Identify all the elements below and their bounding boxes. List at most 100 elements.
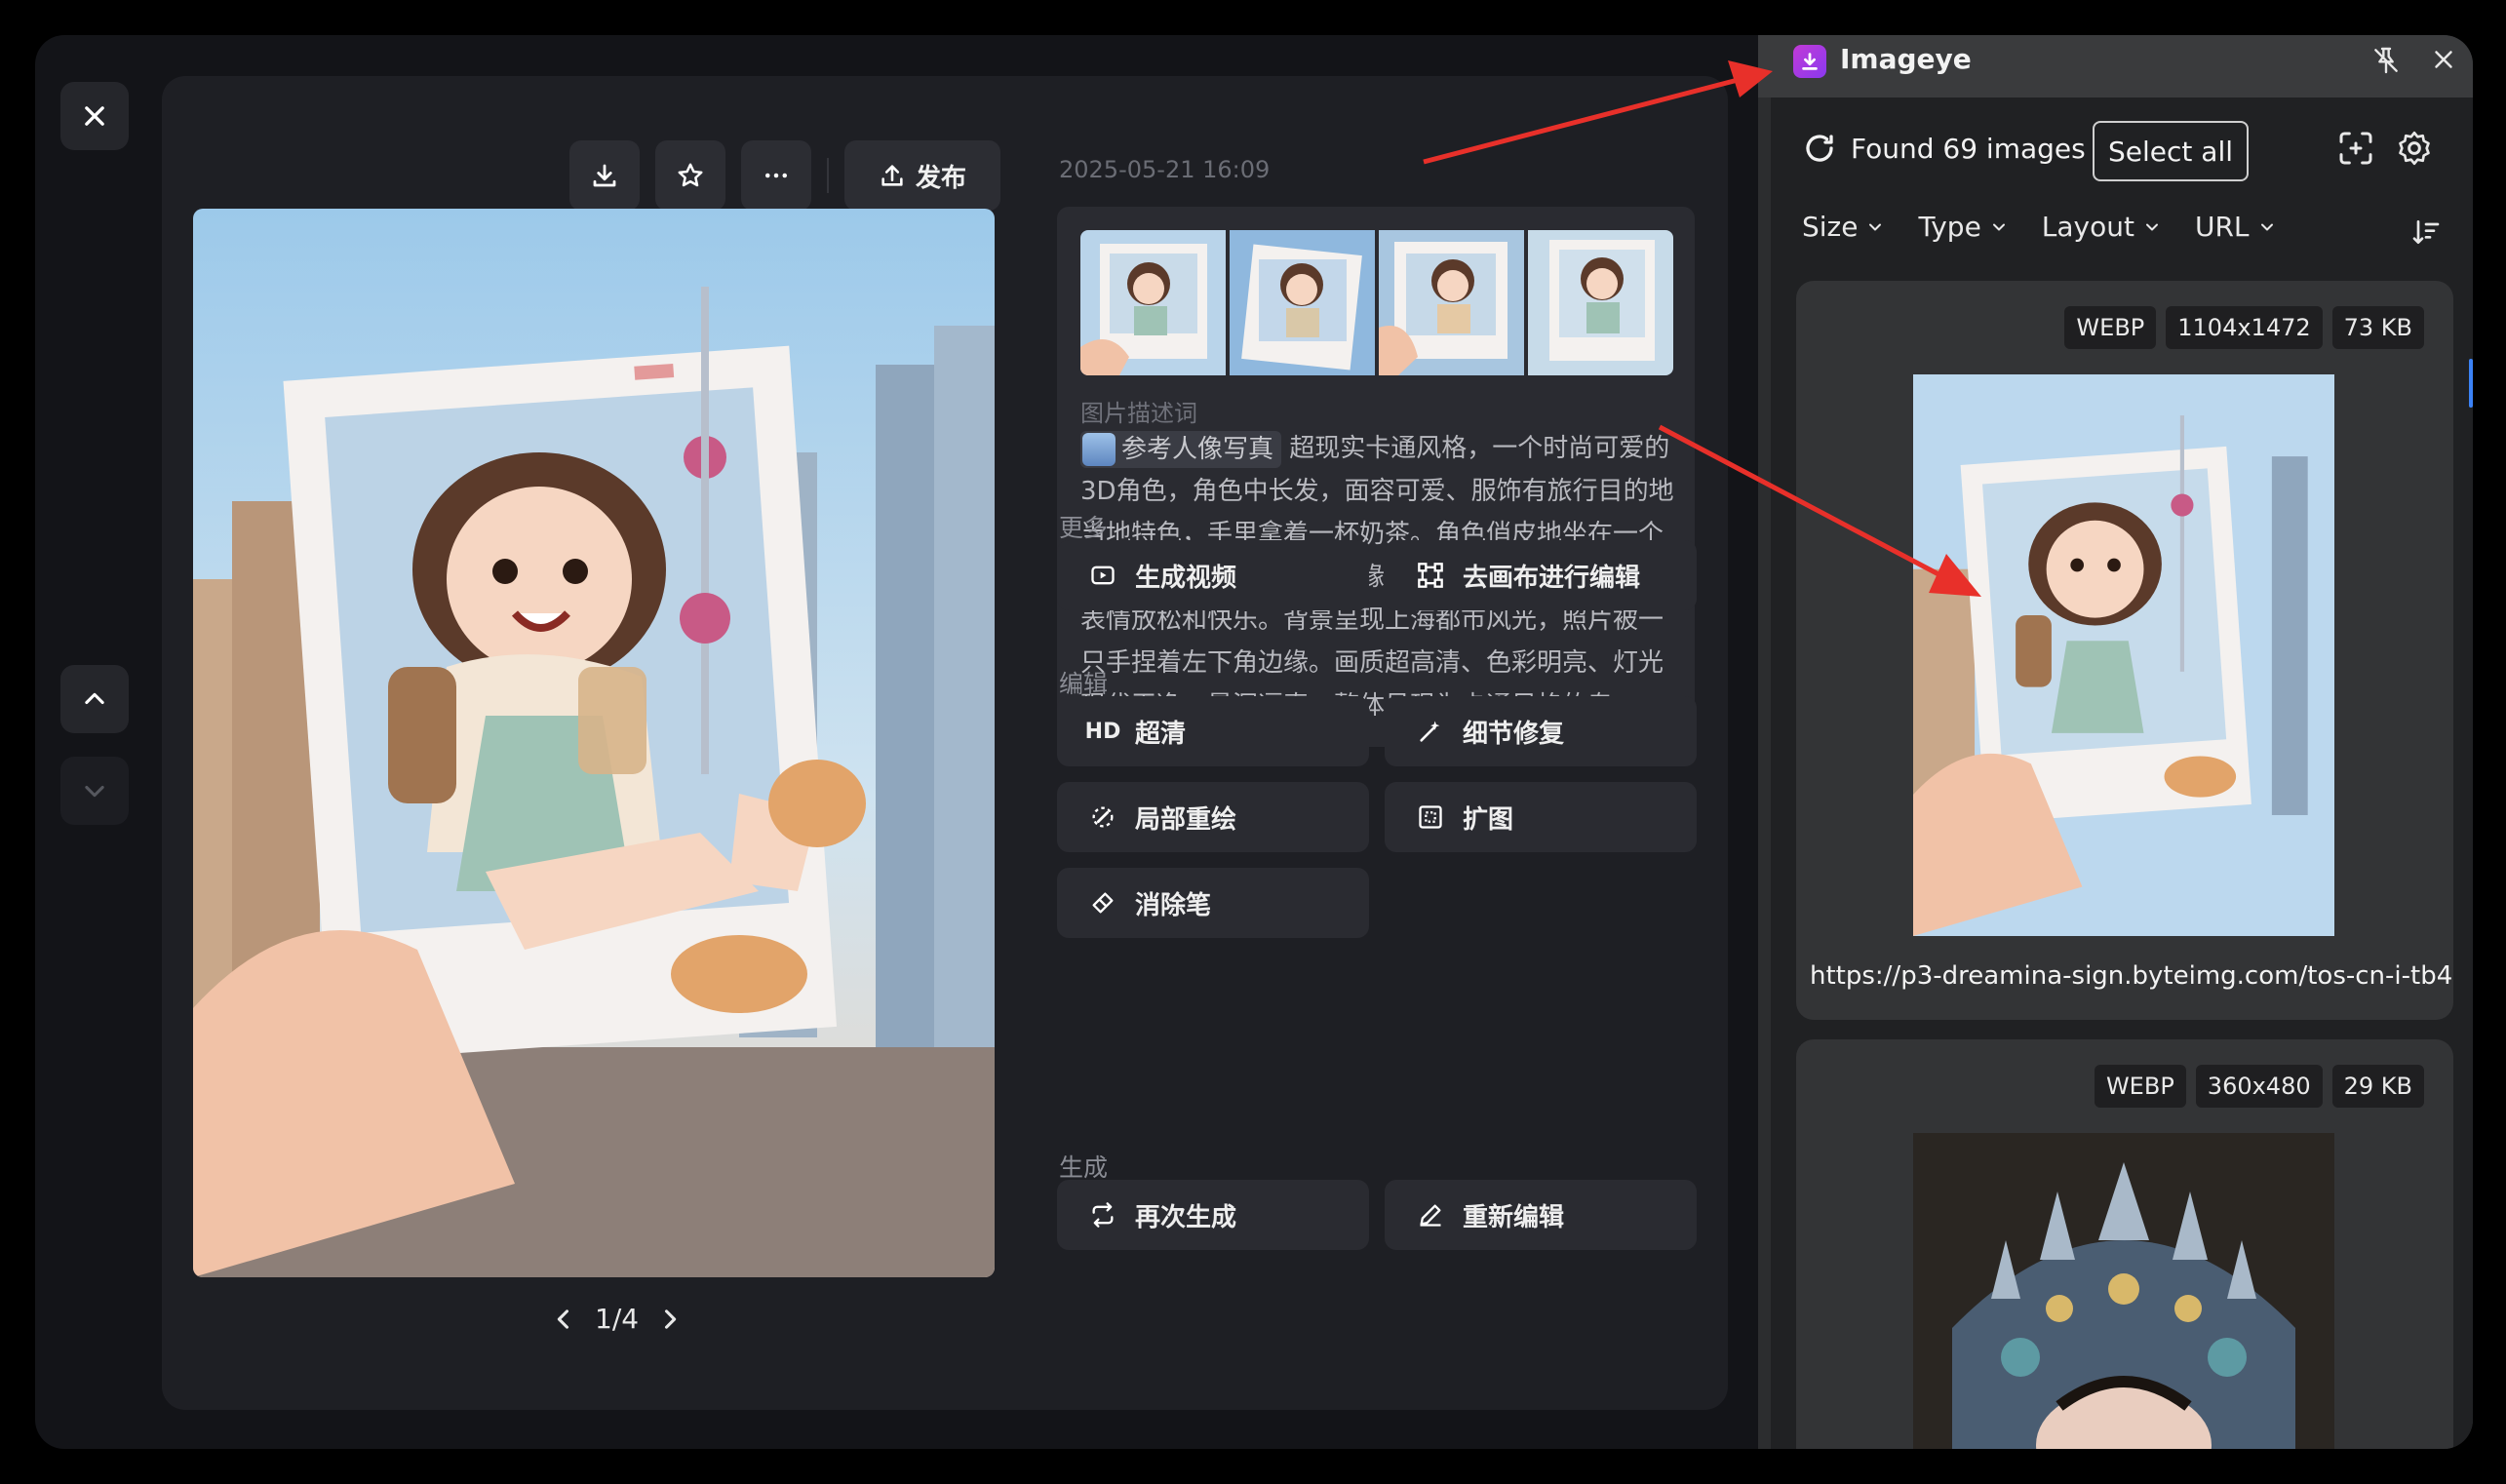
hd-icon: HD bbox=[1084, 719, 1121, 744]
imageye-logo-icon bbox=[1793, 45, 1826, 78]
pencil-icon bbox=[1416, 1200, 1445, 1230]
filesize-badge: 29 KB bbox=[2331, 1065, 2424, 1108]
eraser-button[interactable]: 消除笔 bbox=[1057, 868, 1369, 938]
thumbnail-3[interactable] bbox=[1379, 230, 1524, 375]
format-badge: WEBP bbox=[2094, 1065, 2186, 1108]
video-icon bbox=[1088, 561, 1117, 590]
chevron-right-icon bbox=[665, 1308, 677, 1329]
filter-size-label: Size bbox=[1802, 211, 1859, 243]
generated-image-illustration bbox=[193, 209, 995, 1277]
image-url-link[interactable]: https://p3-dreamina-sign.byteimg.com/tos… bbox=[1810, 961, 2453, 991]
filter-layout-dropdown[interactable]: Layout bbox=[2042, 211, 2162, 243]
hd-upscale-label: 超清 bbox=[1135, 719, 1187, 749]
close-button[interactable] bbox=[60, 82, 129, 150]
regenerate-label: 再次生成 bbox=[1135, 1202, 1237, 1232]
chevron-down-icon bbox=[1992, 223, 2005, 230]
detail-fix-label: 细节修复 bbox=[1463, 719, 1565, 749]
filter-url-dropdown[interactable]: URL bbox=[2195, 211, 2277, 243]
imageye-close-button[interactable] bbox=[2429, 45, 2458, 78]
more-horizontal-icon bbox=[765, 173, 787, 178]
dimensions-badge: 1104x1472 bbox=[2166, 306, 2323, 349]
filter-type-label: Type bbox=[1918, 211, 1981, 243]
pager-label: 1/4 bbox=[595, 1303, 640, 1335]
unpin-button[interactable] bbox=[2370, 45, 2402, 80]
hd-upscale-button[interactable]: HD 超清 bbox=[1057, 696, 1369, 766]
imageye-body: Found 69 images Select all Size Type Lay… bbox=[1771, 98, 2473, 1449]
created-timestamp: 2025-05-21 16:09 bbox=[1059, 156, 1271, 183]
inpaint-button[interactable]: 局部重绘 bbox=[1057, 782, 1369, 852]
pin-off-icon bbox=[2374, 47, 2398, 74]
canvas-edit-button[interactable]: 去画布进行编辑 bbox=[1385, 540, 1697, 610]
brush-icon bbox=[1088, 802, 1117, 832]
expand-icon bbox=[1416, 802, 1445, 832]
image-result-preview[interactable] bbox=[1913, 1133, 2334, 1449]
more-options-button[interactable] bbox=[741, 140, 811, 211]
publish-label: 发布 bbox=[915, 163, 966, 193]
imageye-panel: Imageye Found 69 images Select all Size … bbox=[1758, 35, 2473, 1449]
eraser-icon bbox=[1088, 888, 1117, 918]
section-generate-title: 生成 bbox=[1059, 1153, 1109, 1182]
filter-url-label: URL bbox=[2194, 211, 2250, 243]
reedit-label: 重新编辑 bbox=[1463, 1202, 1565, 1232]
favorite-button[interactable] bbox=[655, 140, 725, 211]
regenerate-button[interactable]: 再次生成 bbox=[1057, 1180, 1369, 1250]
previous-item-button[interactable] bbox=[60, 665, 129, 733]
main-generated-image[interactable] bbox=[193, 209, 995, 1277]
image-result-preview[interactable] bbox=[1913, 374, 2334, 936]
capture-icon bbox=[2339, 132, 2372, 165]
sort-icon bbox=[2412, 220, 2440, 244]
detail-fix-button[interactable]: 细节修复 bbox=[1385, 696, 1697, 766]
filter-layout-label: Layout bbox=[2041, 211, 2134, 243]
chevron-up-icon bbox=[85, 692, 104, 705]
select-all-button[interactable]: Select all bbox=[2093, 121, 2249, 181]
scrollbar-thumb[interactable] bbox=[2469, 359, 2473, 408]
filter-size-dropdown[interactable]: Size bbox=[1802, 211, 1885, 243]
image-toolbar bbox=[569, 140, 811, 211]
prompt-label: 图片描述词 bbox=[1080, 400, 1197, 427]
found-images-count: Found 69 images bbox=[1851, 133, 2086, 165]
image-pager: 1/4 bbox=[550, 1303, 684, 1335]
sort-button[interactable] bbox=[2410, 216, 2442, 252]
generate-video-button[interactable]: 生成视频 bbox=[1057, 540, 1369, 610]
section-more-title: 更多 bbox=[1059, 514, 1109, 542]
image-meta-badges: WEBP 1104x1472 73 KB bbox=[2064, 306, 2424, 349]
reference-portrait-chip[interactable]: 参考人像写真 bbox=[1080, 430, 1282, 468]
section-edit-title: 编辑 bbox=[1059, 670, 1109, 698]
filter-type-dropdown[interactable]: Type bbox=[1918, 211, 2008, 243]
reference-avatar bbox=[1082, 432, 1116, 466]
thumbnail-1[interactable] bbox=[1080, 230, 1226, 375]
publish-button[interactable]: 发布 bbox=[844, 140, 1000, 211]
settings-button[interactable] bbox=[2395, 129, 2434, 172]
expand-image-label: 扩图 bbox=[1463, 804, 1514, 835]
expand-image-button[interactable]: 扩图 bbox=[1385, 782, 1697, 852]
chevron-down-icon bbox=[2260, 223, 2273, 230]
refresh-button[interactable] bbox=[1802, 131, 1837, 170]
reference-chip-label: 参考人像写真 bbox=[1121, 434, 1274, 464]
thumbnail-4[interactable] bbox=[1528, 230, 1673, 375]
canvas-edit-label: 去画布进行编辑 bbox=[1463, 563, 1641, 593]
thumbnail-strip bbox=[1080, 230, 1673, 375]
close-icon bbox=[2435, 51, 2452, 68]
thumbnail-2[interactable] bbox=[1230, 230, 1375, 375]
reedit-button[interactable]: 重新编辑 bbox=[1385, 1180, 1697, 1250]
eraser-label: 消除笔 bbox=[1135, 890, 1212, 920]
chevron-down-icon bbox=[85, 785, 104, 798]
pager-next-button[interactable] bbox=[656, 1306, 684, 1333]
chevron-down-icon bbox=[2145, 223, 2158, 230]
image-result-card[interactable]: WEBP 1104x1472 73 KB https://p3-dreamina… bbox=[1796, 281, 2453, 1020]
download-button[interactable] bbox=[569, 140, 640, 211]
gear-icon bbox=[2399, 131, 2430, 166]
toolbar-divider bbox=[827, 158, 829, 193]
next-item-button[interactable] bbox=[60, 757, 129, 825]
generate-video-label: 生成视频 bbox=[1135, 563, 1237, 593]
image-meta-badges: WEBP 360x480 29 KB bbox=[2094, 1065, 2424, 1108]
magic-wand-icon bbox=[1416, 717, 1445, 746]
format-badge: WEBP bbox=[2064, 306, 2157, 349]
filesize-badge: 73 KB bbox=[2331, 306, 2424, 349]
screenshot-capture-button[interactable] bbox=[2336, 129, 2375, 172]
pager-prev-button[interactable] bbox=[550, 1306, 577, 1333]
image-result-card[interactable]: WEBP 360x480 29 KB bbox=[1796, 1039, 2453, 1449]
download-icon bbox=[593, 164, 616, 187]
refresh-icon bbox=[1806, 135, 1833, 162]
prompt-info-card: 图片描述词 参考人像写真 超现实卡通风格，一个时尚可爱的3D角色，角色中长发，面… bbox=[1057, 207, 1695, 747]
